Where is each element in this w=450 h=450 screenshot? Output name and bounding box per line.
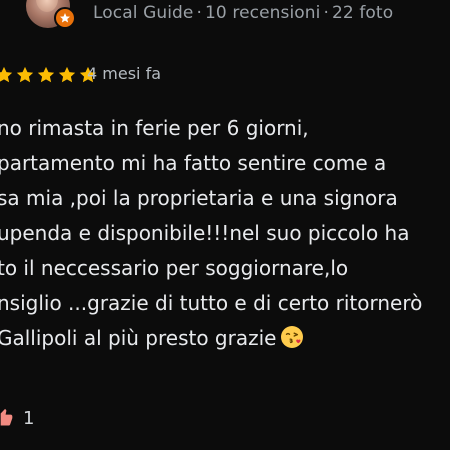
review-line: no rimasta in ferie per 6 giorni, (0, 116, 309, 140)
star-icon (16, 66, 34, 83)
review-line: sa mia ,poi la proprietaria e una signor… (0, 186, 398, 210)
like-control[interactable]: 1 (0, 404, 34, 432)
review-card: Local Guide · 10 recensioni · 22 foto 4 mesi… (0, 0, 450, 450)
review-line: nsiglio ...grazie di tutto e di certo ri… (0, 291, 423, 315)
review-line: upenda e disponibile!!!nel suo piccolo h… (0, 221, 410, 245)
review-line: partamento mi ha fatto sentire come a (0, 151, 387, 175)
star-icon (0, 66, 13, 83)
review-count: 10 recensioni (205, 3, 321, 23)
star-icon (37, 66, 55, 83)
star-icon (58, 66, 76, 83)
avatar-face (36, 0, 58, 12)
thumbs-up-icon[interactable] (0, 408, 14, 428)
review-line-last: Gallipoli al più presto grazie (0, 323, 450, 358)
review-line-text: Gallipoli al più presto grazie (0, 326, 277, 350)
meta-separator: · (323, 3, 330, 23)
photo-count: 22 foto (332, 3, 394, 23)
local-guide-badge-icon (54, 7, 76, 29)
meta-separator: · (196, 3, 203, 23)
face-blowing-a-kiss-icon (280, 325, 304, 357)
local-guide-label: Local Guide (93, 3, 194, 23)
review-line: to il neccessario per soggiornare,lo (0, 256, 349, 280)
author-meta[interactable]: Local Guide · 10 recensioni · 22 foto (93, 3, 393, 23)
review-date: 4 mesi fa (87, 64, 161, 83)
review-text[interactable]: no rimasta in ferie per 6 giorni, partam… (0, 113, 450, 358)
star-rating (0, 64, 99, 86)
like-count: 1 (23, 407, 35, 429)
